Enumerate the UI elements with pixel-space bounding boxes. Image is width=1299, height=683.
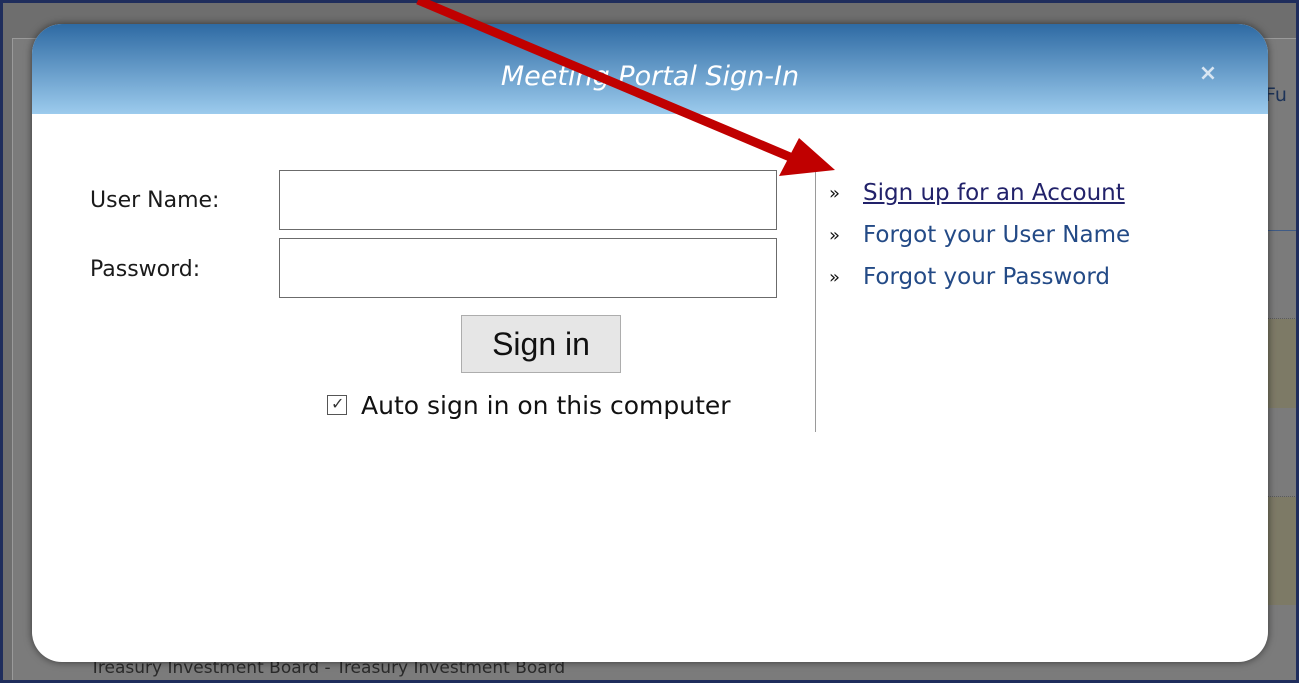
double-chevron-right-icon: » <box>829 182 841 204</box>
vertical-divider <box>815 169 816 432</box>
sign-in-modal: Meeting Portal Sign-In × User Name: Pass… <box>32 24 1268 662</box>
auto-sign-in-row[interactable]: ✓ Auto sign in on this computer <box>327 388 731 422</box>
double-chevron-right-icon: » <box>829 224 841 246</box>
forgot-username-link[interactable]: Forgot your User Name <box>863 222 1130 248</box>
background-tab-fragment: Fu <box>1265 84 1287 106</box>
auto-sign-in-label: Auto sign in on this computer <box>361 390 731 420</box>
forgot-password-link[interactable]: Forgot your Password <box>863 264 1110 290</box>
modal-header: Meeting Portal Sign-In × <box>32 24 1268 114</box>
sign-up-link[interactable]: Sign up for an Account <box>863 180 1125 206</box>
password-input[interactable] <box>279 238 777 298</box>
close-button[interactable]: × <box>1194 60 1222 88</box>
forgot-password-link-row[interactable]: » Forgot your Password <box>829 256 1130 298</box>
auto-sign-in-checkbox[interactable]: ✓ <box>327 394 347 415</box>
modal-title: Meeting Portal Sign-In <box>500 61 800 92</box>
sign-in-button[interactable]: Sign in <box>461 315 621 373</box>
sign-up-link-row[interactable]: » Sign up for an Account <box>829 172 1130 214</box>
forgot-username-link-row[interactable]: » Forgot your User Name <box>829 214 1130 256</box>
username-label: User Name: <box>90 188 220 213</box>
checkmark-icon: ✓ <box>331 394 345 413</box>
username-input[interactable] <box>279 170 777 230</box>
double-chevron-right-icon: » <box>829 266 841 288</box>
password-label: Password: <box>90 257 201 282</box>
account-links: » Sign up for an Account » Forgot your U… <box>829 172 1130 298</box>
